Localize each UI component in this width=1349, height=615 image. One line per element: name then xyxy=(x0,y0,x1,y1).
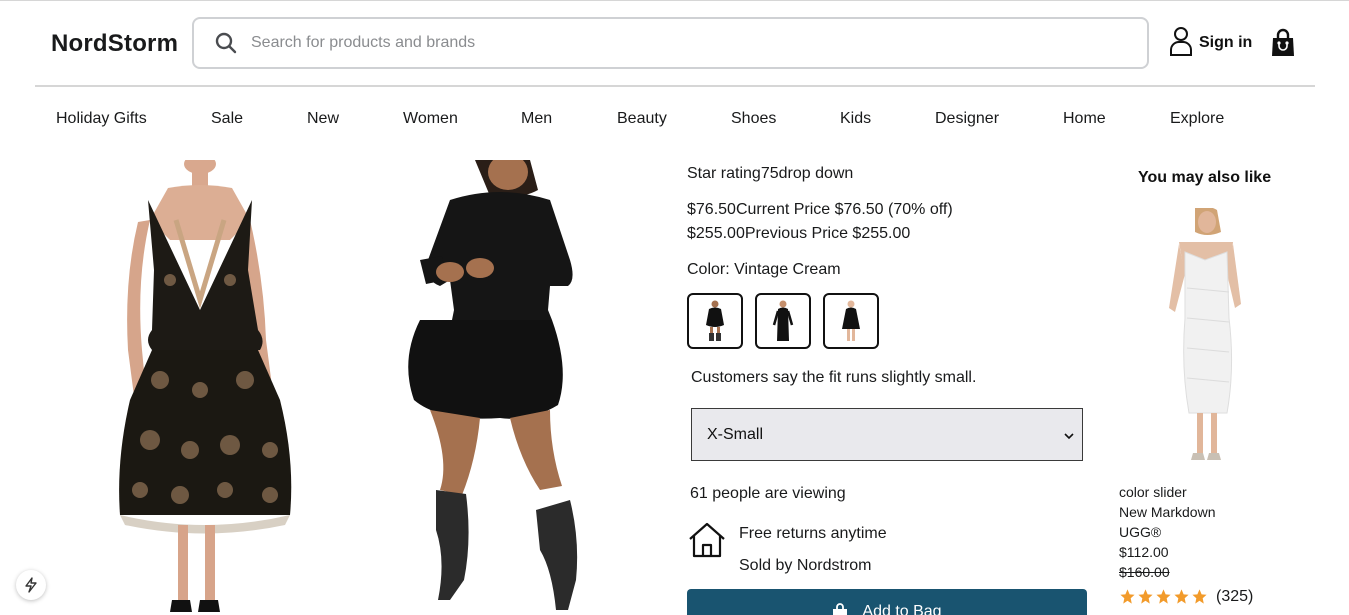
bag-icon xyxy=(832,603,848,615)
home-icon xyxy=(688,522,726,563)
star-icon xyxy=(1174,589,1189,604)
nav-item-women[interactable]: Women xyxy=(403,110,458,128)
rec-badge: New Markdown xyxy=(1119,504,1216,520)
size-select[interactable]: X-Small xyxy=(691,408,1083,461)
top-divider xyxy=(0,0,1349,1)
rec-star-rating xyxy=(1119,588,1208,605)
star-icon xyxy=(1156,589,1171,604)
nav-item-holiday-gifts[interactable]: Holiday Gifts xyxy=(56,110,147,128)
search-bar[interactable] xyxy=(192,17,1149,69)
color-swatch-1[interactable] xyxy=(687,293,743,349)
current-price: $76.50Current Price $76.50 (70% off) xyxy=(687,201,953,218)
rec-brand[interactable]: UGG® xyxy=(1119,524,1161,540)
add-to-bag-label: Add to Bag xyxy=(862,603,942,615)
shopping-bag-icon[interactable] xyxy=(1270,28,1296,58)
color-swatch-3[interactable] xyxy=(823,293,879,349)
site-logo[interactable]: NordStorm xyxy=(51,30,178,58)
nav-item-sale[interactable]: Sale xyxy=(211,110,243,128)
rec-price: $112.00 xyxy=(1119,544,1169,560)
viewing-count: 61 people are viewing xyxy=(690,485,846,502)
nav-item-men[interactable]: Men xyxy=(521,110,552,128)
rec-original-price: $160.00 xyxy=(1119,564,1170,580)
chevron-down-icon xyxy=(1064,428,1074,440)
rec-review-count[interactable]: (325) xyxy=(1216,588,1253,606)
nav-item-kids[interactable]: Kids xyxy=(840,110,871,128)
nav-item-designer[interactable]: Designer xyxy=(935,110,999,128)
search-icon[interactable] xyxy=(214,31,238,55)
color-swatch-2[interactable] xyxy=(755,293,811,349)
product-image-bubble-dress[interactable] xyxy=(380,160,620,615)
nav-item-beauty[interactable]: Beauty xyxy=(617,110,667,128)
size-select-value: X-Small xyxy=(707,425,764,443)
recommended-product-image[interactable] xyxy=(1145,206,1265,468)
nav-item-explore[interactable]: Explore xyxy=(1170,110,1224,128)
star-icon xyxy=(1192,589,1207,604)
free-returns-text: Free returns anytime xyxy=(739,525,887,542)
add-to-bag-button[interactable]: Add to Bag xyxy=(687,589,1087,615)
header-divider xyxy=(35,85,1315,87)
color-label: Color: Vintage Cream xyxy=(687,261,841,278)
sign-in-button[interactable]: Sign in xyxy=(1169,26,1253,61)
lightning-icon[interactable] xyxy=(16,570,46,600)
recommendations-heading: You may also like xyxy=(1138,169,1272,186)
nav-item-home[interactable]: Home xyxy=(1063,110,1106,128)
fit-note: Customers say the fit runs slightly smal… xyxy=(691,369,977,386)
sign-in-label: Sign in xyxy=(1199,34,1253,51)
nav-item-new[interactable]: New xyxy=(307,110,339,128)
sold-by-text: Sold by Nordstrom xyxy=(739,557,872,574)
product-image-lace-dress[interactable] xyxy=(80,160,330,615)
star-icon xyxy=(1138,589,1153,604)
star-icon xyxy=(1120,589,1135,604)
nav-item-shoes[interactable]: Shoes xyxy=(731,110,776,128)
star-rating-dropdown[interactable]: Star rating75drop down xyxy=(687,165,853,183)
search-input[interactable] xyxy=(251,34,1111,52)
rec-tag[interactable]: color slider xyxy=(1119,484,1187,500)
user-icon xyxy=(1169,26,1193,61)
previous-price: $255.00Previous Price $255.00 xyxy=(687,225,911,242)
